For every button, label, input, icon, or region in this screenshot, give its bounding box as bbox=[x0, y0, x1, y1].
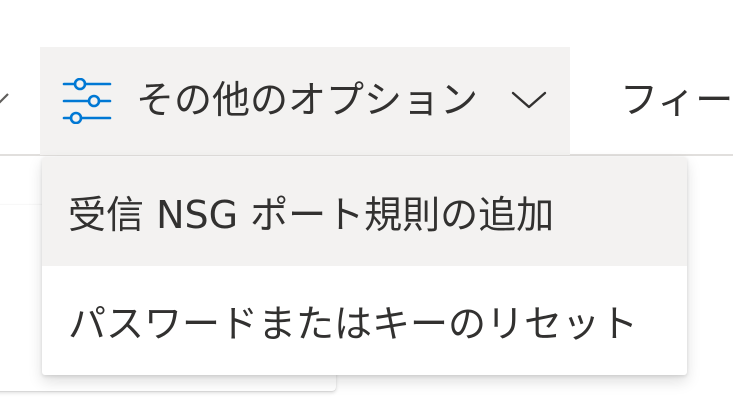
menu-item-reset-password[interactable]: パスワードまたはキーのリセット bbox=[42, 266, 687, 375]
app-viewport: その他のオプション フィー 受信 NSG ポート規則の追加 パスワードまたはキー… bbox=[0, 0, 733, 410]
menu-item-label: 受信 NSG ポート規則の追加 bbox=[68, 193, 555, 237]
more-options-button[interactable]: その他のオプション bbox=[40, 47, 570, 155]
menu-item-add-inbound-nsg-rule[interactable]: 受信 NSG ポート規則の追加 bbox=[42, 157, 687, 266]
chevron-down-icon[interactable] bbox=[0, 80, 22, 120]
more-options-label: その他のオプション bbox=[136, 78, 479, 122]
sliders-icon bbox=[62, 78, 112, 124]
filter-button[interactable]: フィー bbox=[620, 75, 733, 125]
menu-item-label: パスワードまたはキーのリセット bbox=[68, 302, 639, 346]
filter-button-label: フィー bbox=[620, 78, 733, 122]
chevron-down-icon bbox=[511, 91, 547, 109]
more-options-menu: 受信 NSG ポート規則の追加 パスワードまたはキーのリセット bbox=[42, 157, 687, 375]
